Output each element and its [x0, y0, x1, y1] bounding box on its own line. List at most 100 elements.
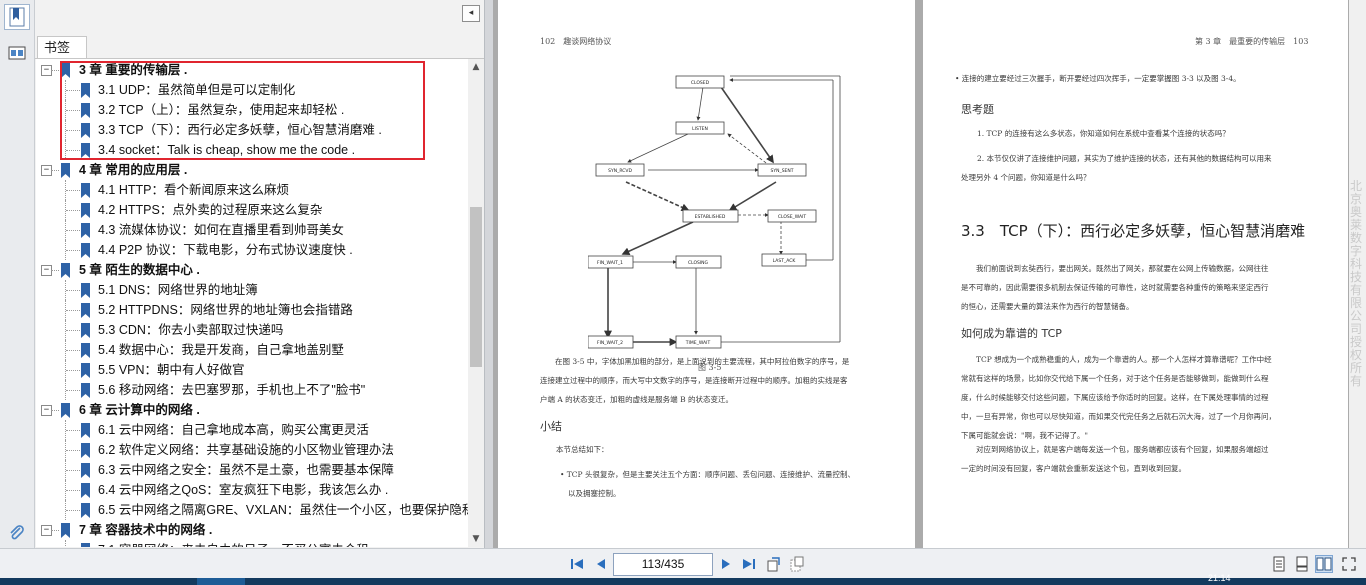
taskbar-active-app[interactable]: [197, 578, 245, 585]
bookmark-label: 5.4 数据中心：我是开发商，自己拿地盖别墅: [98, 343, 344, 357]
two-page-icon: [1316, 557, 1332, 571]
state-closing: CLOSING: [688, 260, 709, 266]
tab-bookmarks[interactable]: 书签: [37, 36, 87, 58]
tree-guide: [66, 510, 80, 511]
tree-guide: [66, 210, 80, 211]
para-line: TCP 想成为一个成熟稳重的人，成为一个靠谱的人。那一个人怎样才算靠谱呢？工作中…: [976, 355, 1272, 364]
paragraph-reliable: TCP 想成为一个成熟稳重的人，成为一个靠谱的人。那一个人怎样才算靠谱呢？工作中…: [961, 350, 1276, 445]
summary-intro: 本节总结如下：: [556, 445, 609, 454]
tree-guide: [51, 170, 59, 171]
section-bookmark[interactable]: 7.1 容器网络：来去自由的日子，不买公寓去合租: [36, 540, 468, 547]
tree-guide: [66, 290, 80, 291]
tree-guide: [66, 430, 80, 431]
bookmark-panel-icon[interactable]: [4, 4, 30, 30]
section-bookmark[interactable]: 6.5 云中网络之隔离GRE、VXLAN：虽然住一个小区，也要保护隐私: [36, 500, 468, 520]
bookmark-icon: [81, 303, 90, 318]
subsection-heading: 如何成为靠谱的 TCP: [961, 327, 1062, 340]
expand-icon: [1342, 557, 1356, 571]
para-line: 是不可靠的，因此需要很多机制去保证传输的可靠性，这时就需要各种重传的策略来坚定西…: [961, 283, 1269, 292]
next-page-button[interactable]: [717, 555, 735, 573]
bookmark-icon: [81, 323, 90, 338]
section-bookmark[interactable]: 5.2 HTTPDNS：网络世界的地址簿也会指错路: [36, 300, 468, 320]
section-bookmark[interactable]: 4.1 HTTP：看个新闻原来这么麻烦: [36, 180, 468, 200]
collapse-panel-button[interactable]: ◂: [462, 5, 480, 22]
tree-guide: [65, 240, 66, 260]
scroll-up-arrow[interactable]: ▲: [468, 59, 484, 75]
para-line: 以及拥塞控制。: [568, 489, 621, 498]
bookmark-icon: [81, 543, 90, 547]
last-page-button[interactable]: [740, 555, 758, 573]
state-closed: CLOSED: [691, 80, 710, 86]
attachment-icon[interactable]: [4, 520, 30, 546]
fullscreen-button[interactable]: [1340, 555, 1358, 573]
highlight-box: [60, 61, 425, 160]
prev-page-button[interactable]: [592, 555, 610, 573]
para-line: 中，一旦有异常，你也可以尽快知道，而如果交代完任务之后就石沉大海，过了一个月你再…: [961, 412, 1276, 421]
bookmark-label: 6.4 云中网络之QoS：室友疯狂下电影，我该怎么办 .: [98, 483, 389, 497]
first-page-button[interactable]: [568, 555, 586, 573]
two-page-view-button[interactable]: [1315, 555, 1333, 573]
para-line: 一定的时间没有回复，客户端就会重新发送这个包，直到收到回复。: [961, 464, 1186, 473]
section-bookmark[interactable]: 4.3 流媒体协议：如何在直播里看到帅哥美女: [36, 220, 468, 240]
section-bookmark[interactable]: 6.3 云中网络之安全：虽然不是土豪，也需要基本保障: [36, 460, 468, 480]
para-line: 在图 3-5 中，字体加黑加粗的部分，是上面说到的主要流程，其中阿拉伯数字的序号…: [555, 357, 850, 366]
tree-guide: [65, 280, 66, 300]
bookmark-label: 5.3 CDN：你去小卖部取过快递吗: [98, 323, 284, 337]
bookmark-label: 4.1 HTTP：看个新闻原来这么麻烦: [98, 183, 289, 197]
section-bookmark[interactable]: 6.4 云中网络之QoS：室友疯狂下电影，我该怎么办 .: [36, 480, 468, 500]
tree-guide: [66, 370, 80, 371]
continuous-view-button[interactable]: [1293, 555, 1311, 573]
section-bookmark[interactable]: 4.2 HTTPS：点外卖的过程原来这么复杂: [36, 200, 468, 220]
panel-tabbar: 书签: [35, 36, 484, 59]
bookmark-label: 4.2 HTTPS：点外卖的过程原来这么复杂: [98, 203, 323, 217]
para-line: • TCP 头很复杂，但是主要关注五个方面：顺序问题、丢包问题、连接维护、流量控…: [560, 470, 855, 479]
section-bookmark[interactable]: 4.4 P2P 协议：下载电影，分布式协议速度快 .: [36, 240, 468, 260]
state-time-wait: TIME_WAIT: [685, 340, 711, 346]
section-bookmark[interactable]: 5.4 数据中心：我是开发商，自己拿地盖别墅: [36, 340, 468, 360]
bookmark-icon: [81, 243, 90, 258]
tree-guide: [65, 340, 66, 360]
section-bookmark[interactable]: 5.5 VPN：朝中有人好做官: [36, 360, 468, 380]
chapter-bookmark[interactable]: −7 章 容器技术中的网络 .: [36, 520, 468, 540]
bookmark-scrollbar[interactable]: ▲ ▼: [468, 59, 484, 547]
pdf-page-left: 102 趣谈网络协议 CLOSED LISTEN SYN_RCVD SYN_SE…: [498, 0, 915, 548]
rotate-page-button[interactable]: [765, 555, 783, 573]
paragraph-figure-notes: 在图 3-5 中，字体加黑加粗的部分，是上面说到的主要流程，其中阿拉伯数字的序号…: [540, 352, 849, 409]
bookmark-icon: [61, 263, 70, 278]
tree-guide: [65, 360, 66, 380]
thumbnail-panel-icon[interactable]: [4, 40, 30, 66]
tree-guide: [65, 180, 66, 200]
single-page-view-button[interactable]: [1270, 555, 1288, 573]
chapter-bookmark[interactable]: −5 章 陌生的数据中心 .: [36, 260, 468, 280]
bookmark-label: 7.1 容器网络：来去自由的日子，不买公寓去合租: [98, 540, 369, 547]
tree-guide: [66, 450, 80, 451]
tree-guide: [65, 420, 66, 440]
bookmark-icon: [81, 483, 90, 498]
page-header-right: 第 3 章 最重要的传输层 103: [1195, 37, 1309, 46]
scroll-thumb[interactable]: [470, 207, 482, 367]
section-bookmark[interactable]: 5.3 CDN：你去小卖部取过快递吗: [36, 320, 468, 340]
left-toolstrip: [0, 0, 35, 548]
state-last-ack: LAST_ACK: [773, 258, 797, 264]
bookmark-label: 5.2 HTTPDNS：网络世界的地址簿也会指错路: [98, 303, 353, 317]
page-number-input[interactable]: 113/435: [613, 553, 713, 576]
tree-guide: [66, 470, 80, 471]
os-taskbar: 21:14: [0, 573, 1366, 585]
section-bookmark[interactable]: 5.6 移动网络：去巴塞罗那，手机也上不了"脸书": [36, 380, 468, 400]
extract-page-button[interactable]: [788, 555, 806, 573]
first-page-icon: [571, 559, 583, 569]
chapter-bookmark[interactable]: −6 章 云计算中的网络 .: [36, 400, 468, 420]
bookmark-icon: [81, 283, 90, 298]
panel-splitter[interactable]: [485, 0, 493, 548]
chapter-bookmark[interactable]: −4 章 常用的应用层 .: [36, 160, 468, 180]
para-line: 常就有这样的场景，比如你交代给下属一个任务，对于这个任务是否能够做到，能做到什么…: [961, 374, 1269, 383]
section-bookmark[interactable]: 6.1 云中网络：自己拿地成本高，购买公寓更灵活: [36, 420, 468, 440]
bookmark-label: 6.1 云中网络：自己拿地成本高，购买公寓更灵活: [98, 423, 369, 437]
section-bookmark[interactable]: 6.2 软件定义网络：共享基础设施的小区物业管理办法: [36, 440, 468, 460]
scroll-down-arrow[interactable]: ▼: [468, 531, 484, 547]
section-bookmark[interactable]: 5.1 DNS：网络世界的地址簿: [36, 280, 468, 300]
tree-guide: [51, 530, 59, 531]
para-line: 度，什么时候能够交付这些问题，下属应该给予你适时的回复。这样，在下属处理事情的过…: [961, 393, 1269, 402]
bookmark-label: 6.2 软件定义网络：共享基础设施的小区物业管理办法: [98, 443, 394, 457]
tree-guide: [65, 380, 66, 400]
